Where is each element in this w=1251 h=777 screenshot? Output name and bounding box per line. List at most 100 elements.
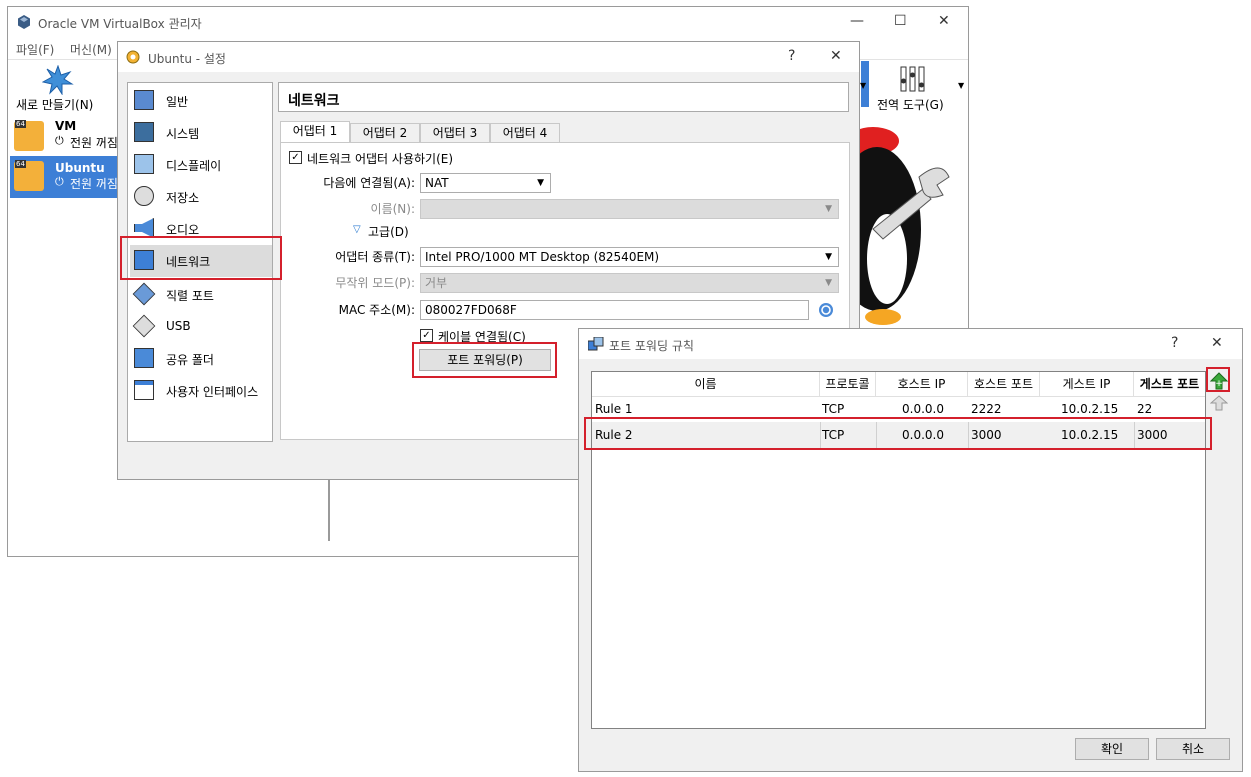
nav-label: 사용자 인터페이스 (166, 385, 259, 399)
name-select[interactable]: ▼ (420, 199, 839, 219)
promisc-value: 거부 (425, 276, 448, 290)
chevron-down-icon[interactable]: ▼ (958, 81, 964, 90)
vm-state: 전원 꺼짐 (70, 177, 118, 191)
cable-connected-checkbox[interactable]: ✓ (420, 329, 433, 342)
mac-label: MAC 주소(M): (338, 303, 415, 317)
ok-button[interactable]: 확인 (1075, 738, 1149, 760)
nav-label: USB (166, 319, 191, 333)
help-button[interactable]: ? (1171, 335, 1178, 351)
menu-machine[interactable]: 머신(M) (70, 41, 112, 58)
nav-item-serial[interactable]: 직렬 포트 (130, 279, 272, 309)
chevron-down-icon: ▼ (825, 278, 832, 288)
nav-item-general[interactable]: 일반 (130, 85, 272, 115)
vm-name: Ubuntu (55, 161, 105, 175)
col-name[interactable]: 이름 (592, 372, 820, 396)
col-guest-ip[interactable]: 게스트 IP (1040, 372, 1134, 396)
highlight-add-rule (1206, 367, 1230, 392)
nav-label: 디스플레이 (166, 159, 222, 173)
cancel-button[interactable]: 취소 (1156, 738, 1230, 760)
expand-triangle-icon[interactable]: ▽ (353, 224, 361, 235)
nav-item-user-interface[interactable]: 사용자 인터페이스 (130, 375, 272, 405)
power-icon: ⏻ (55, 175, 64, 188)
highlight-rule-2 (584, 417, 1212, 450)
settings-title: Ubuntu - 설정 (148, 52, 226, 66)
vm-state: 전원 꺼짐 (70, 136, 118, 150)
new-vm-label[interactable]: 새로 만들기(N) (16, 96, 93, 113)
folder-icon (134, 348, 154, 368)
vm-list-item-selected[interactable]: 64 Ubuntu ⏻ 전원 꺼짐 (10, 156, 122, 198)
adapter-type-value: Intel PRO/1000 MT Desktop (82540EM) (425, 250, 660, 264)
port-forwarding-titlebar: 포트 포워딩 규칙 ? ✕ (579, 329, 1242, 359)
promisc-label: 무작위 모드(P): (335, 276, 415, 290)
col-host-ip[interactable]: 호스트 IP (876, 372, 968, 396)
minimize-button[interactable]: — (850, 13, 864, 29)
remove-rule-icon[interactable] (1210, 395, 1228, 411)
adapter-type-label: 어댑터 종류(T): (335, 250, 415, 264)
highlight-network-nav (120, 236, 282, 280)
vm-name: VM (55, 119, 77, 133)
nav-label: 공유 폴더 (166, 353, 214, 367)
name-label: 이름(N): (370, 202, 415, 216)
tab-adapter-1[interactable]: 어댑터 1 (280, 121, 350, 143)
chip-icon (134, 122, 154, 142)
refresh-icon[interactable] (818, 302, 834, 318)
section-title: 네트워크 (288, 93, 340, 109)
attached-select[interactable]: NAT ▼ (420, 173, 551, 193)
global-tools-label[interactable]: 전역 도구(G) (877, 96, 944, 113)
nav-label: 직렬 포트 (166, 289, 214, 303)
port-forwarding-title: 포트 포워딩 규칙 (609, 339, 694, 353)
splitter[interactable] (328, 477, 330, 541)
help-button[interactable]: ? (788, 48, 795, 64)
enable-adapter-checkbox[interactable]: ✓ (289, 151, 302, 164)
highlight-port-forwarding-button (412, 342, 557, 378)
tux-mascot-illustration (853, 127, 950, 325)
close-button[interactable]: ✕ (938, 13, 950, 29)
display-icon (134, 154, 154, 174)
vm-list-item[interactable]: 64 VM ⏻ 전원 꺼짐 (12, 119, 122, 155)
adapter-type-select[interactable]: Intel PRO/1000 MT Desktop (82540EM) ▼ (420, 247, 839, 267)
global-tools-icon[interactable] (898, 65, 928, 95)
serial-port-icon (132, 282, 156, 306)
vm-badge: 64 (15, 120, 26, 128)
advanced-toggle[interactable]: 고급(D) (368, 223, 409, 240)
mac-value: 080027FD068F (425, 303, 517, 317)
chevron-down-icon: ▼ (825, 204, 832, 214)
col-host-port[interactable]: 호스트 포트 (968, 372, 1040, 396)
network-icon (588, 337, 604, 351)
chevron-down-icon[interactable]: ▼ (860, 81, 866, 90)
usb-icon (132, 314, 156, 338)
col-guest-port[interactable]: 게스트 포트 (1134, 372, 1205, 396)
close-button[interactable]: ✕ (1211, 335, 1223, 351)
window-icon (134, 380, 154, 400)
col-protocol[interactable]: 프로토콜 (820, 372, 876, 396)
tab-adapter-2[interactable]: 어댑터 2 (350, 123, 420, 143)
new-vm-icon[interactable] (42, 65, 74, 95)
power-icon: ⏻ (55, 134, 64, 147)
vm-badge: 64 (15, 160, 26, 168)
nav-item-shared-folders[interactable]: 공유 폴더 (130, 343, 272, 373)
speaker-icon (134, 218, 154, 238)
chevron-down-icon: ▼ (537, 178, 544, 188)
manager-title: Oracle VM VirtualBox 관리자 (38, 17, 202, 31)
manager-titlebar: Oracle VM VirtualBox 관리자 — ☐ ✕ (8, 7, 968, 37)
chevron-down-icon: ▼ (825, 252, 832, 262)
section-header: 네트워크 (278, 82, 849, 112)
port-forwarding-dialog: 포트 포워딩 규칙 ? ✕ 이름 프로토콜 호스트 IP 호스트 포트 게스트 … (578, 328, 1243, 772)
nav-label: 일반 (166, 95, 189, 109)
close-button[interactable]: ✕ (830, 48, 842, 64)
nav-item-storage[interactable]: 저장소 (130, 181, 272, 211)
mac-input[interactable]: 080027FD068F (420, 300, 809, 320)
maximize-button[interactable]: ☐ (894, 13, 907, 29)
enable-adapter-label: 네트워크 어댑터 사용하기(E) (307, 152, 454, 166)
menu-file[interactable]: 파일(F) (16, 41, 54, 58)
nav-item-usb[interactable]: USB (130, 311, 272, 341)
tab-adapter-3[interactable]: 어댑터 3 (420, 123, 490, 143)
nav-item-system[interactable]: 시스템 (130, 117, 272, 147)
promisc-select[interactable]: 거부 ▼ (420, 273, 839, 293)
table-header: 이름 프로토콜 호스트 IP 호스트 포트 게스트 IP 게스트 포트 (592, 372, 1205, 397)
nav-label: 시스템 (166, 127, 200, 141)
tab-adapter-4[interactable]: 어댑터 4 (490, 123, 560, 143)
nav-item-display[interactable]: 디스플레이 (130, 149, 272, 179)
settings-titlebar: Ubuntu - 설정 ? ✕ (118, 42, 859, 72)
attached-label: 다음에 연결됨(A): (323, 176, 415, 190)
